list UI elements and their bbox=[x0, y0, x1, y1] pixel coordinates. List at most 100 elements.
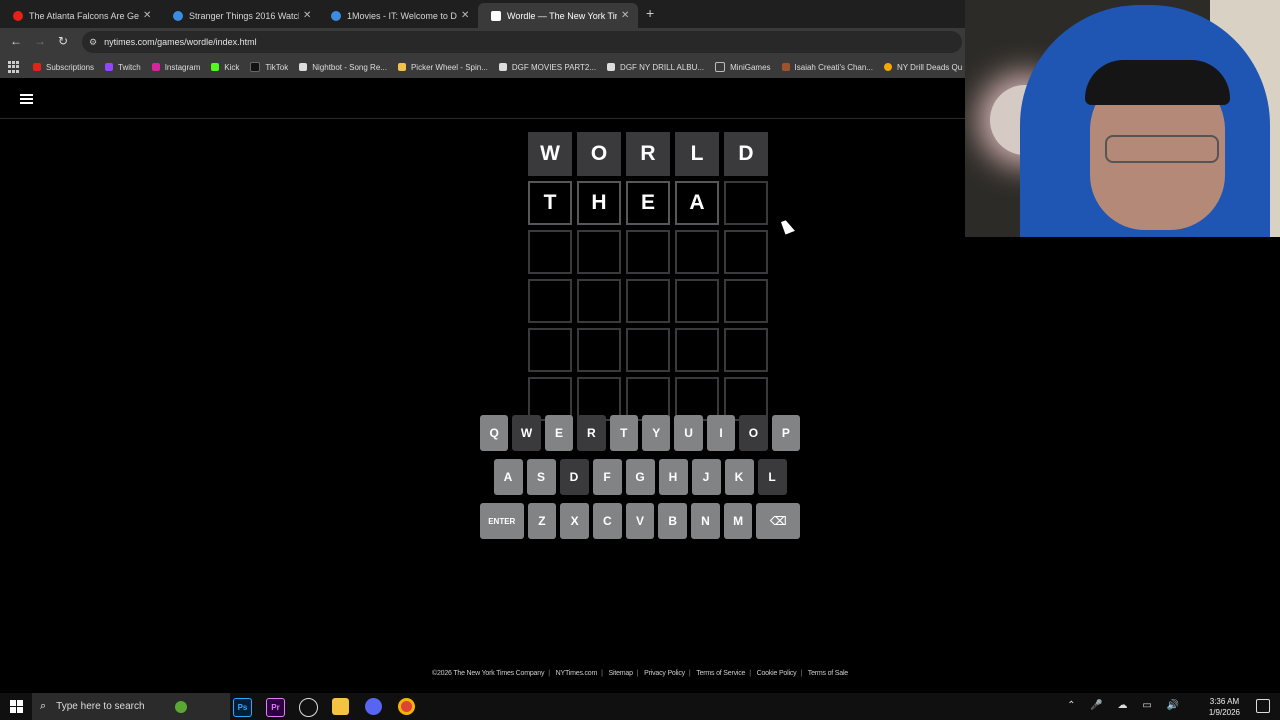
footer-link[interactable]: Terms of Sale bbox=[808, 670, 848, 677]
key-c[interactable]: C bbox=[592, 503, 622, 539]
key-x[interactable]: X bbox=[560, 503, 589, 539]
close-icon[interactable]: ✕ bbox=[461, 10, 469, 21]
tile: W bbox=[528, 132, 572, 176]
key-v[interactable]: V bbox=[625, 503, 655, 539]
key-z[interactable]: Z bbox=[527, 503, 557, 539]
tile: A bbox=[675, 181, 719, 225]
youtube-icon bbox=[13, 10, 23, 21]
board-row bbox=[528, 279, 773, 323]
game-board: W O R L D T H E A bbox=[528, 132, 773, 426]
close-icon[interactable]: ✕ bbox=[621, 10, 629, 21]
key-k[interactable]: K bbox=[724, 459, 754, 495]
browser-tab-active[interactable]: Wordle — The New York Times ✕ bbox=[478, 3, 638, 28]
browser-tab[interactable]: Stranger Things 2016 Watch O ✕ bbox=[160, 3, 311, 28]
copyright-text: ©2026 The New York Times Company bbox=[432, 670, 545, 677]
keyboard-row: Q W E R T Y U I O P bbox=[478, 415, 802, 451]
key-a[interactable]: A bbox=[493, 459, 523, 495]
file-explorer-icon[interactable] bbox=[332, 698, 349, 715]
back-icon[interactable]: ← bbox=[10, 34, 22, 48]
footer-link[interactable]: Sitemap bbox=[609, 670, 633, 677]
key-b[interactable]: B bbox=[658, 503, 688, 539]
bookmark-label: DGF MOVIES PART2... bbox=[511, 62, 597, 72]
reload-icon[interactable]: ↻ bbox=[58, 34, 68, 48]
key-g[interactable]: G bbox=[625, 459, 655, 495]
key-n[interactable]: N bbox=[691, 503, 720, 539]
tile bbox=[724, 328, 768, 372]
key-r[interactable]: R bbox=[577, 415, 606, 451]
site-icon bbox=[173, 10, 183, 21]
board-row: T H E A bbox=[528, 181, 773, 225]
page-icon bbox=[498, 63, 507, 71]
browser-tab[interactable]: 1Movies - IT: Welcome to Derr ✕ bbox=[318, 3, 469, 28]
bookmark[interactable]: Kick bbox=[211, 63, 239, 72]
instagram-icon bbox=[151, 63, 160, 71]
key-h[interactable]: H bbox=[658, 459, 688, 495]
close-icon[interactable]: ✕ bbox=[143, 10, 151, 21]
system-tray-icons[interactable]: ⌃ 🎤 ☁ ▭ 🔊 bbox=[1067, 700, 1185, 711]
key-i[interactable]: I bbox=[706, 415, 736, 451]
tab-title: Stranger Things 2016 Watch O bbox=[189, 10, 299, 21]
menu-icon[interactable] bbox=[20, 94, 33, 104]
close-icon[interactable]: ✕ bbox=[303, 10, 311, 21]
bookmark[interactable]: DGF MOVIES PART2... bbox=[498, 62, 597, 72]
footer-link[interactable]: Privacy Policy bbox=[644, 670, 685, 677]
key-q[interactable]: Q bbox=[479, 415, 509, 451]
premiere-icon[interactable]: Pr bbox=[266, 698, 285, 717]
on-screen-keyboard: Q W E R T Y U I O P A S D F G H J K L EN… bbox=[478, 415, 802, 547]
footer-link[interactable]: Terms of Service bbox=[696, 670, 745, 677]
bookmark[interactable]: TikTok bbox=[250, 62, 288, 72]
twitch-icon bbox=[105, 63, 114, 71]
key-j[interactable]: J bbox=[691, 459, 721, 495]
key-o[interactable]: O bbox=[739, 415, 768, 451]
tile bbox=[577, 279, 621, 323]
bookmark[interactable]: Instagram bbox=[151, 63, 200, 72]
app-icon[interactable] bbox=[299, 698, 318, 717]
site-info-icon[interactable]: ⚙ bbox=[89, 37, 97, 48]
key-l[interactable]: L bbox=[757, 459, 787, 495]
windows-start-icon[interactable] bbox=[10, 700, 23, 713]
key-e[interactable]: E bbox=[544, 415, 574, 451]
notifications-icon[interactable] bbox=[1256, 699, 1270, 713]
key-w[interactable]: W bbox=[512, 415, 541, 451]
nightbot-icon bbox=[299, 63, 308, 71]
clock[interactable]: 3:36 AM 1/9/2026 bbox=[1209, 696, 1240, 718]
forward-icon[interactable]: → bbox=[34, 34, 46, 48]
browser-tab[interactable]: The Atlanta Falcons Are Getting ✕ bbox=[0, 3, 151, 28]
address-bar[interactable]: ⚙ nytimes.com/games/wordle/index.html bbox=[82, 31, 962, 53]
key-t[interactable]: T bbox=[609, 415, 638, 451]
footer-link[interactable]: Cookie Policy bbox=[757, 670, 797, 677]
enter-key[interactable]: ENTER bbox=[480, 503, 524, 539]
mouse-cursor-icon bbox=[781, 218, 795, 235]
chrome-icon[interactable] bbox=[398, 698, 415, 715]
tile bbox=[675, 230, 719, 274]
key-u[interactable]: U bbox=[674, 415, 703, 451]
discord-icon[interactable] bbox=[365, 698, 382, 715]
bookmark-label: Subscriptions bbox=[46, 62, 95, 72]
key-f[interactable]: F bbox=[592, 459, 622, 495]
apps-grid-icon[interactable] bbox=[8, 61, 19, 73]
key-m[interactable]: M bbox=[723, 503, 753, 539]
bookmark[interactable]: NY Drill Deads Qu bbox=[883, 63, 962, 72]
key-y[interactable]: Y bbox=[642, 415, 671, 451]
footer-link[interactable]: NYTimes.com bbox=[556, 670, 598, 677]
key-d[interactable]: D bbox=[559, 459, 589, 495]
bookmark[interactable]: Isaiah Creati's Chan... bbox=[781, 63, 873, 72]
bookmark[interactable]: Twitch bbox=[105, 63, 141, 72]
tile: H bbox=[577, 181, 621, 225]
bookmark-label: Kick bbox=[224, 62, 240, 72]
photoshop-icon[interactable]: Ps bbox=[233, 698, 252, 717]
bookmark[interactable]: Picker Wheel - Spin... bbox=[397, 63, 488, 72]
picker-wheel-icon bbox=[397, 63, 406, 71]
bookmark-folder[interactable]: MiniGames bbox=[715, 62, 771, 72]
key-s[interactable]: S bbox=[526, 459, 556, 495]
key-p[interactable]: P bbox=[771, 415, 801, 451]
backspace-icon[interactable]: ⌫ bbox=[756, 503, 801, 539]
folder-icon bbox=[715, 62, 726, 72]
tab-bar: The Atlanta Falcons Are Getting ✕ Strang… bbox=[0, 0, 965, 28]
tile bbox=[528, 279, 572, 323]
new-tab-icon[interactable]: + bbox=[646, 5, 654, 21]
bookmark[interactable]: Nightbot - Song Re... bbox=[299, 63, 387, 72]
bookmark[interactable]: DGF NY DRILL ALBU... bbox=[607, 63, 704, 72]
bookmark[interactable]: Subscriptions bbox=[33, 63, 94, 72]
taskbar-search[interactable]: ⌕ Type here to search bbox=[32, 693, 230, 720]
